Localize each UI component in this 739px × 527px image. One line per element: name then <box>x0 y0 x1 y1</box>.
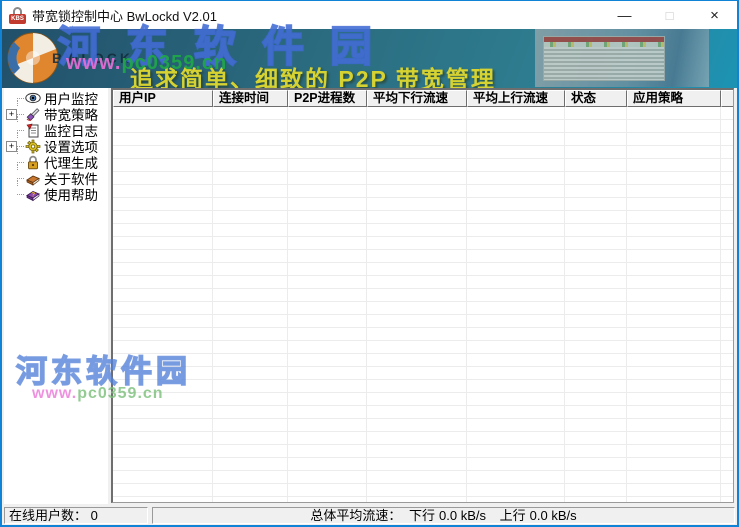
main-area: 用户监控 + 带宽策略 监控日志 + 设置选项 代理生成 关于软件 ? 使用帮助… <box>2 88 737 504</box>
status-bar: 在线用户数： 0 总体平均流速： 下行 0.0 kB/s 上行 0.0 kB/s <box>2 506 737 525</box>
svg-text:?: ? <box>31 191 35 198</box>
overall-speed-label: 总体平均流速： <box>310 508 402 523</box>
app-window: KBS 带宽锁控制中心 BwLockd V2.01 — □ × BWLOCK 追… <box>0 0 739 527</box>
banner-slogan: 追求简单、细致的 P2P 带宽管理 <box>130 66 496 88</box>
minimize-button[interactable]: — <box>602 1 647 29</box>
close-button[interactable]: × <box>692 1 737 29</box>
window-controls: — □ × <box>602 1 737 29</box>
table-header: 用户IP 连接时间 P2P进程数 平均下行流速 平均上行流速 状态 应用策略 <box>113 90 733 107</box>
user-table: 用户IP 连接时间 P2P进程数 平均下行流速 平均上行流速 状态 应用策略 <box>111 88 734 503</box>
title-bar: KBS 带宽锁控制中心 BwLockd V2.01 — □ × <box>2 1 737 29</box>
app-lock-icon: KBS <box>9 6 26 24</box>
window-title: 带宽锁控制中心 BwLockd V2.01 <box>32 8 217 24</box>
online-users-label: 在线用户数： <box>9 508 88 523</box>
bwlock-logo-text: BWLOCK <box>52 50 133 66</box>
policy-pen-icon <box>24 106 42 122</box>
column-header-connect-time[interactable]: 连接时间 <box>213 90 288 107</box>
maximize-button[interactable]: □ <box>647 1 692 29</box>
banner: BWLOCK 追求简单、细致的 P2P 带宽管理 <box>2 29 737 88</box>
padlock-icon <box>24 154 42 170</box>
log-document-icon <box>24 122 42 138</box>
up-speed-value: 0.0 kB/s <box>529 508 577 523</box>
expand-plus-icon[interactable]: + <box>6 108 17 120</box>
eye-icon <box>24 90 42 106</box>
expand-plus-icon[interactable]: + <box>6 140 17 152</box>
overall-speed-status: 总体平均流速： 下行 0.0 kB/s 上行 0.0 kB/s <box>152 507 735 524</box>
help-book-icon: ? <box>24 186 42 202</box>
column-header-avg-up-speed[interactable]: 平均上行流速 <box>467 90 565 107</box>
table-body-empty[interactable] <box>113 107 733 502</box>
up-speed-label: 上行 <box>499 508 526 523</box>
online-users-value: 0 <box>90 508 98 523</box>
column-header-user-ip[interactable]: 用户IP <box>113 90 213 107</box>
column-header-applied-policy[interactable]: 应用策略 <box>627 90 721 107</box>
column-header-avg-down-speed[interactable]: 平均下行流速 <box>367 90 467 107</box>
column-header-p2p-processes[interactable]: P2P进程数 <box>288 90 367 107</box>
online-users-status: 在线用户数： 0 <box>4 507 148 524</box>
down-speed-label: 下行 <box>409 508 436 523</box>
sidebar-item-label: 使用帮助 <box>44 188 98 203</box>
book-icon <box>24 170 42 186</box>
banner-photo <box>535 29 709 87</box>
column-header-status[interactable]: 状态 <box>565 90 627 107</box>
column-header-filler <box>721 90 733 107</box>
sidebar-tree: 用户监控 + 带宽策略 监控日志 + 设置选项 代理生成 关于软件 ? 使用帮助 <box>4 88 108 504</box>
settings-gear-icon <box>24 138 42 154</box>
down-speed-value: 0.0 kB/s <box>439 508 486 523</box>
banner-photo-screenshot <box>543 36 665 81</box>
sidebar-item-help[interactable]: ? 使用帮助 <box>4 186 108 203</box>
